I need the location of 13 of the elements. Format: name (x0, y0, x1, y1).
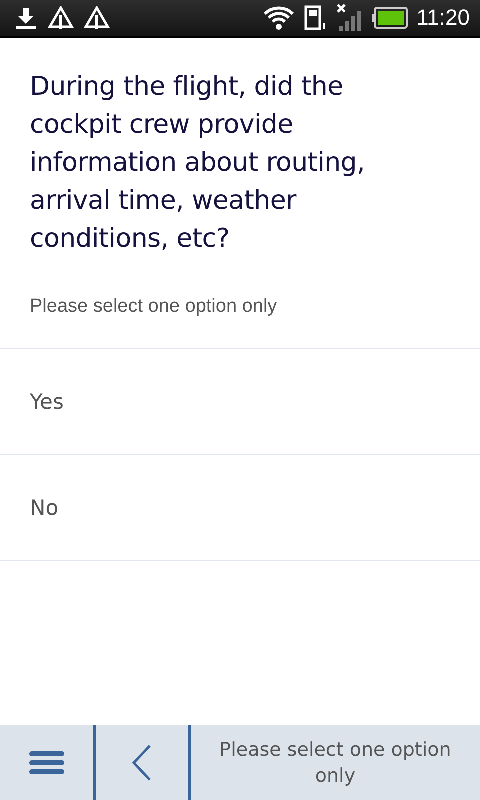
sim-card-icon (304, 5, 328, 31)
menu-icon (28, 750, 64, 776)
question-text: During the flight, did the cockpit crew provide information about routing, arrival time, weather conditions, etc? (29, 71, 366, 256)
clock-time: 11:20 (416, 5, 470, 31)
signal-icon (336, 4, 363, 32)
hint-text: Please select one option only (29, 295, 278, 319)
warning-icon (84, 6, 110, 30)
battery-icon (372, 7, 408, 29)
download-icon (14, 6, 38, 30)
back-icon (130, 744, 154, 782)
validation-message: Please select one option only (218, 738, 452, 788)
warning-icon (48, 6, 74, 30)
wifi-icon (262, 5, 295, 31)
